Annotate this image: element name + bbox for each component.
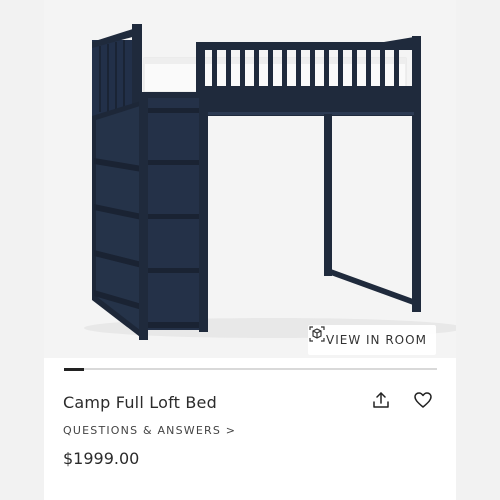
questions-answers-link[interactable]: QUESTIONS & ANSWERS >: [63, 424, 236, 437]
heart-icon: [413, 390, 433, 414]
view-in-room-button[interactable]: VIEW IN ROOM: [308, 325, 436, 355]
share-button[interactable]: [369, 390, 393, 414]
image-carousel-indicator[interactable]: [64, 367, 437, 371]
view-in-room-label: VIEW IN ROOM: [326, 333, 427, 347]
product-image[interactable]: VIEW IN ROOM: [44, 0, 456, 358]
favorite-button[interactable]: [411, 390, 435, 414]
share-icon: [371, 390, 391, 414]
product-title: Camp Full Loft Bed: [63, 393, 217, 412]
loft-bed-illustration: [84, 24, 456, 340]
carousel-active-indicator: [64, 367, 84, 371]
product-card: VIEW IN ROOM Camp Full Loft Bed QUESTION…: [44, 0, 456, 500]
product-price: $1999.00: [63, 449, 140, 468]
